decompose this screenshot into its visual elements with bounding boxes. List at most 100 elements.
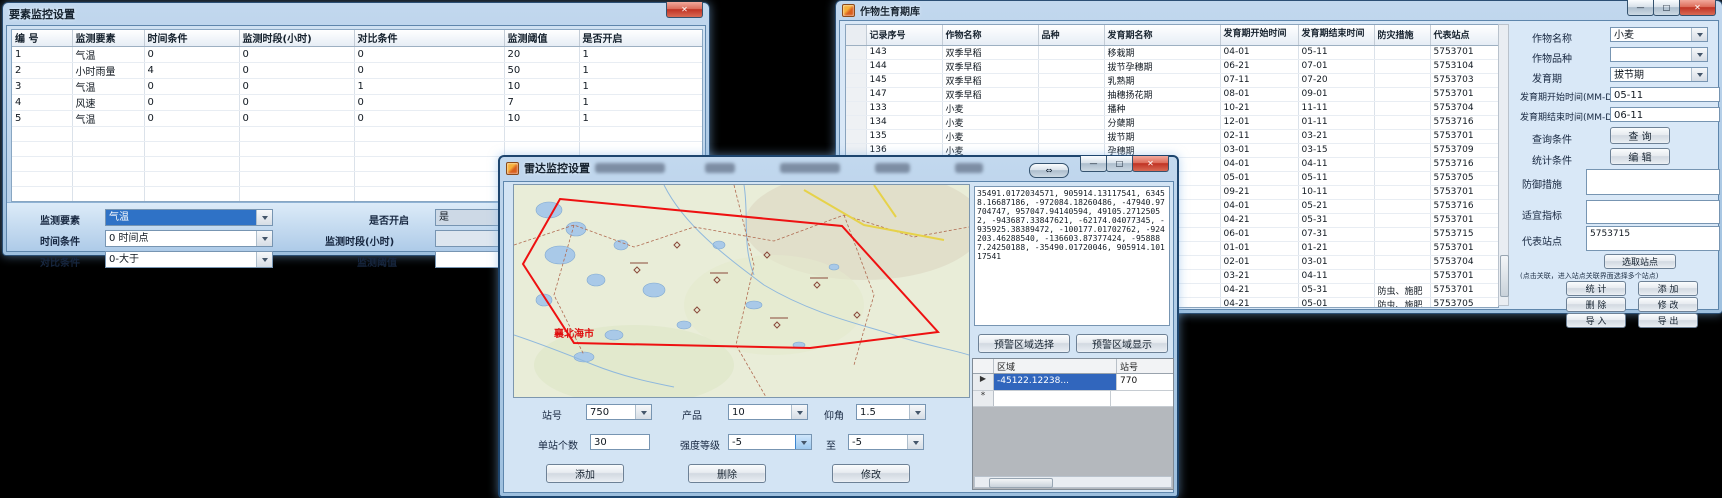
table-cell <box>12 171 72 186</box>
column-header[interactable]: 编 号 <box>12 30 72 46</box>
column-header[interactable]: 是否开启 <box>579 30 702 46</box>
scrollbar-thumb[interactable] <box>989 478 1053 488</box>
close-icon[interactable]: ✕ <box>1132 156 1169 172</box>
query-button[interactable]: 查 询 <box>1610 127 1670 144</box>
vertical-scrollbar[interactable] <box>1498 24 1509 306</box>
delete-button[interactable]: 删 除 <box>1566 297 1626 312</box>
chevron-down-icon[interactable] <box>907 435 923 449</box>
grid-column-area[interactable]: 区域 <box>994 359 1117 373</box>
table-cell: 5 <box>12 110 72 126</box>
horizontal-scrollbar[interactable] <box>974 476 1172 488</box>
modify-button[interactable]: 修改 <box>832 464 910 483</box>
suitable-textarea[interactable] <box>1586 200 1720 224</box>
intensity-combobox[interactable]: -5 <box>728 434 812 450</box>
close-icon[interactable]: ✕ <box>666 2 703 18</box>
chevron-down-icon[interactable] <box>635 405 651 419</box>
column-header[interactable]: 发育期开始时间 <box>1220 25 1298 45</box>
time-condition-combobox[interactable]: 0 时间点 <box>105 230 273 247</box>
restore-icon[interactable]: ⇔ <box>1029 163 1069 178</box>
column-header[interactable]: 监测阈值 <box>504 30 579 46</box>
column-header[interactable]: 时间条件 <box>144 30 239 46</box>
column-header[interactable]: 对比条件 <box>354 30 504 46</box>
defense-textarea[interactable] <box>1586 169 1720 195</box>
elevation-combobox[interactable]: 1.5 <box>856 404 926 420</box>
delete-button[interactable]: 删除 <box>688 464 766 483</box>
count-input[interactable]: 30 <box>590 434 650 450</box>
table-row[interactable]: 1气温000201 <box>12 46 702 62</box>
table-row[interactable]: 5气温000101 <box>12 110 702 126</box>
table-row[interactable]: 2小时雨量400501 <box>12 62 702 78</box>
import-button[interactable]: 导 入 <box>1566 313 1626 328</box>
to-combobox[interactable]: -5 <box>848 434 924 450</box>
product-combobox[interactable]: 10 <box>728 404 808 420</box>
chevron-down-icon[interactable] <box>1691 68 1707 81</box>
chevron-down-icon[interactable] <box>1691 48 1707 61</box>
table-row[interactable]: 3气温001101 <box>12 78 702 94</box>
table-row[interactable]: 134小麦分蘖期12-0101-115753716 <box>846 115 1498 129</box>
titlebar[interactable]: 作物生育期库 — □ ✕ <box>836 1 1722 19</box>
map-view[interactable]: 襄北海市 <box>513 184 970 398</box>
chevron-down-icon[interactable] <box>795 435 811 449</box>
element-combobox[interactable]: 气温 <box>105 209 273 226</box>
table-row[interactable]: 144双季早稻拔节孕穗期06-2107-015753104 <box>846 59 1498 73</box>
chevron-down-icon[interactable] <box>256 231 272 246</box>
column-header[interactable]: 代表站点 <box>1430 25 1498 45</box>
table-cell: 气温 <box>72 46 144 62</box>
chevron-down-icon[interactable] <box>791 405 807 419</box>
table-cell: 4 <box>144 62 239 78</box>
close-icon[interactable]: ✕ <box>1679 0 1716 16</box>
scrollbar-thumb[interactable] <box>1500 255 1509 297</box>
minimize-icon[interactable]: — <box>1080 156 1107 172</box>
table-row[interactable]: 143双季早稻移栽期04-0105-115753701 <box>846 45 1498 59</box>
chevron-down-icon[interactable] <box>1691 28 1707 41</box>
compare-condition-combobox[interactable]: 0-大于 <box>105 251 273 268</box>
table-row[interactable] <box>12 126 702 141</box>
table-cell <box>1374 171 1430 185</box>
column-header[interactable]: 品种 <box>1038 25 1104 45</box>
add-button[interactable]: 添 加 <box>1638 281 1698 296</box>
modify-button[interactable]: 修 改 <box>1638 297 1698 312</box>
column-header[interactable]: 监测要素 <box>72 30 144 46</box>
table-cell: 防虫、施肥 <box>1374 297 1430 308</box>
warning-area-select-button[interactable]: 预警区域选择 <box>978 334 1070 353</box>
start-time-input[interactable]: 05-11 <box>1610 87 1720 102</box>
maximize-icon[interactable]: □ <box>1106 156 1133 172</box>
stat-button[interactable]: 统 计 <box>1566 281 1626 296</box>
maximize-icon[interactable]: □ <box>1653 0 1680 16</box>
table-row[interactable]: 4风速00071 <box>12 94 702 110</box>
warning-area-show-button[interactable]: 预警区域显示 <box>1076 334 1168 353</box>
column-header[interactable]: 监测时段(小时) <box>239 30 354 46</box>
column-header[interactable]: 防灾措施 <box>1374 25 1430 45</box>
pick-station-button[interactable]: 选取站点 <box>1604 254 1676 269</box>
column-header[interactable]: 发育期结束时间 <box>1298 25 1374 45</box>
edit-button[interactable]: 编 辑 <box>1610 148 1670 165</box>
table-row[interactable]: 147双季早稻抽穗扬花期08-0109-015753701 <box>846 87 1498 101</box>
table-row[interactable]: 133小麦播种10-2111-115753704 <box>846 101 1498 115</box>
variety-combobox[interactable] <box>1610 47 1708 62</box>
crop-name-combobox[interactable]: 小麦 <box>1610 27 1708 42</box>
coordinates-textarea[interactable]: 35491.0172034571, 905914.13117541, 63458… <box>974 186 1170 326</box>
export-button[interactable]: 导 出 <box>1638 313 1698 328</box>
minimize-icon[interactable]: — <box>1627 0 1654 16</box>
station-no-combobox[interactable]: 750 <box>586 404 652 420</box>
chevron-down-icon[interactable] <box>909 405 925 419</box>
table-row[interactable]: 135小麦拔节期02-1103-215753701 <box>846 129 1498 143</box>
column-header[interactable]: 记录序号 <box>866 25 942 45</box>
grid-column-station[interactable]: 站号 <box>1117 359 1173 373</box>
add-button[interactable]: 添加 <box>546 464 624 483</box>
titlebar[interactable]: 雷达监控设置 ⇔ — □ ✕ <box>500 157 1177 179</box>
end-time-input[interactable]: 06-11 <box>1610 107 1720 122</box>
table-row[interactable] <box>12 141 702 156</box>
chevron-down-icon[interactable] <box>256 210 272 225</box>
grid-row-selected[interactable]: ▶ -45122.12238... 770 <box>973 374 1173 391</box>
column-header[interactable]: 作物名称 <box>942 25 1038 45</box>
period-combobox[interactable]: 拔节期 <box>1610 67 1708 82</box>
table-cell: 0 <box>239 62 354 78</box>
column-header[interactable]: 发育期名称 <box>1104 25 1220 45</box>
table-row[interactable]: 145双季早稻乳熟期07-1107-205753703 <box>846 73 1498 87</box>
station-textarea[interactable]: 5753715 <box>1586 226 1720 251</box>
chevron-down-icon[interactable] <box>256 252 272 267</box>
titlebar[interactable]: 要素监控设置 ✕ <box>3 3 709 24</box>
table-cell: 05-31 <box>1298 283 1374 297</box>
grid-row-new[interactable]: * <box>973 391 1173 407</box>
